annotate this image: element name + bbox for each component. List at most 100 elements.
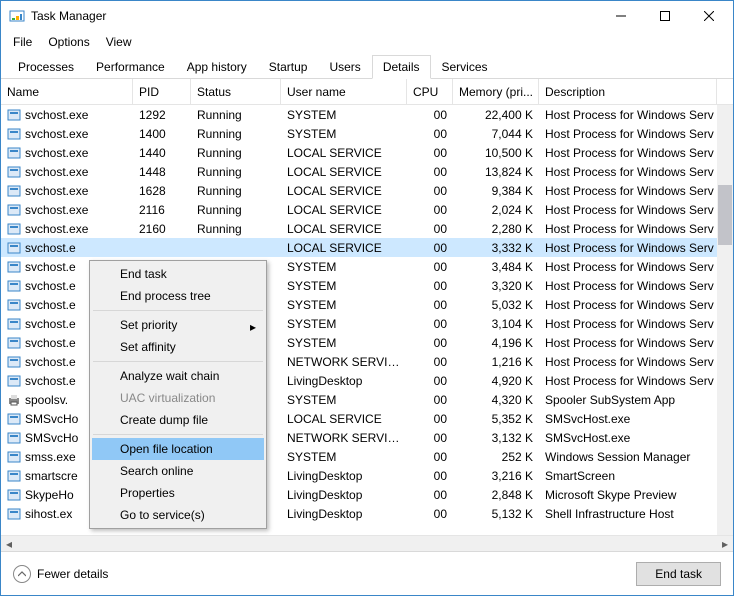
process-name: svchost.exe (25, 222, 88, 236)
minimize-button[interactable] (599, 2, 643, 30)
cell-pid: 1400 (133, 127, 191, 141)
tab-strip: Processes Performance App history Startu… (1, 53, 733, 79)
cell-desc: Host Process for Windows Serv (539, 279, 733, 293)
cell-cpu: 00 (407, 336, 453, 350)
maximize-button[interactable] (643, 2, 687, 30)
tab-users[interactable]: Users (318, 55, 371, 78)
cell-desc: Host Process for Windows Serv (539, 317, 733, 331)
cell-mem: 1,216 K (453, 355, 539, 369)
table-row[interactable]: svchost.exe1292RunningSYSTEM0022,400 KHo… (1, 105, 733, 124)
cell-status: Running (191, 165, 281, 179)
menu-item-go-to-service-s-[interactable]: Go to service(s) (92, 504, 264, 526)
process-icon (7, 146, 21, 160)
cell-mem: 3,104 K (453, 317, 539, 331)
fewer-details-toggle[interactable]: Fewer details (13, 565, 108, 583)
cell-user: SYSTEM (281, 260, 407, 274)
col-mem[interactable]: Memory (pri... (453, 79, 539, 104)
cell-desc: Spooler SubSystem App (539, 393, 733, 407)
process-name: svchost.e (25, 374, 76, 388)
menu-item-end-process-tree[interactable]: End process tree (92, 285, 264, 307)
menu-item-end-task[interactable]: End task (92, 263, 264, 285)
cell-cpu: 00 (407, 298, 453, 312)
cell-desc: SmartScreen (539, 469, 733, 483)
process-icon (7, 450, 21, 464)
cell-mem: 3,320 K (453, 279, 539, 293)
col-name[interactable]: Name (1, 79, 133, 104)
table-row[interactable]: svchost.exe1448RunningLOCAL SERVICE0013,… (1, 162, 733, 181)
table-row[interactable]: svchost.exe1400RunningSYSTEM007,044 KHos… (1, 124, 733, 143)
menu-item-create-dump-file[interactable]: Create dump file (92, 409, 264, 431)
process-icon (7, 203, 21, 217)
cell-cpu: 00 (407, 355, 453, 369)
menu-item-set-affinity[interactable]: Set affinity (92, 336, 264, 358)
menu-view[interactable]: View (98, 33, 140, 51)
tab-services[interactable]: Services (431, 55, 499, 78)
window-title: Task Manager (31, 9, 599, 23)
cell-desc: Host Process for Windows Serv (539, 165, 733, 179)
cell-user: SYSTEM (281, 279, 407, 293)
tab-processes[interactable]: Processes (7, 55, 85, 78)
process-name: svchost.e (25, 317, 76, 331)
cell-cpu: 00 (407, 412, 453, 426)
cell-desc: Host Process for Windows Serv (539, 203, 733, 217)
cell-mem: 2,024 K (453, 203, 539, 217)
table-row[interactable]: svchost.exe1628RunningLOCAL SERVICE009,3… (1, 181, 733, 200)
cell-desc: Windows Session Manager (539, 450, 733, 464)
process-icon (7, 431, 21, 445)
cell-desc: Microsoft Skype Preview (539, 488, 733, 502)
scroll-right-icon[interactable]: ▸ (717, 536, 733, 552)
menu-options[interactable]: Options (40, 33, 97, 51)
cell-user: NETWORK SERVICE (281, 431, 407, 445)
process-name: svchost.exe (25, 184, 88, 198)
vertical-scrollbar[interactable] (717, 105, 733, 535)
process-icon (7, 222, 21, 236)
menu-file[interactable]: File (5, 33, 40, 51)
tab-app-history[interactable]: App history (176, 55, 258, 78)
close-button[interactable] (687, 2, 731, 30)
col-status[interactable]: Status (191, 79, 281, 104)
col-desc[interactable]: Description (539, 79, 717, 104)
cell-user: SYSTEM (281, 298, 407, 312)
table-row[interactable]: svchost.eLOCAL SERVICE003,332 KHost Proc… (1, 238, 733, 257)
menu-item-set-priority[interactable]: Set priority▸ (92, 314, 264, 336)
col-user[interactable]: User name (281, 79, 407, 104)
cell-mem: 22,400 K (453, 108, 539, 122)
scroll-left-icon[interactable]: ◂ (1, 536, 17, 552)
chevron-up-icon (13, 565, 31, 583)
cell-pid: 1440 (133, 146, 191, 160)
table-row[interactable]: svchost.exe2116RunningLOCAL SERVICE002,0… (1, 200, 733, 219)
menu-item-open-file-location[interactable]: Open file location (92, 438, 264, 460)
menu-item-search-online[interactable]: Search online (92, 460, 264, 482)
process-icon (7, 507, 21, 521)
context-menu: End taskEnd process tree Set priority▸Set… (89, 260, 267, 529)
tab-performance[interactable]: Performance (85, 55, 176, 78)
horizontal-scrollbar[interactable]: ◂ ▸ (1, 535, 733, 551)
col-cpu[interactable]: CPU (407, 79, 453, 104)
menu-item-properties[interactable]: Properties (92, 482, 264, 504)
process-name: svchost.exe (25, 127, 88, 141)
process-icon (7, 260, 21, 274)
cell-mem: 7,044 K (453, 127, 539, 141)
cell-user: LivingDesktop (281, 507, 407, 521)
end-task-button[interactable]: End task (636, 562, 721, 586)
cell-desc: Host Process for Windows Serv (539, 146, 733, 160)
process-icon (7, 108, 21, 122)
process-icon (7, 184, 21, 198)
menu-item-analyze-wait-chain[interactable]: Analyze wait chain (92, 365, 264, 387)
table-row[interactable]: svchost.exe1440RunningLOCAL SERVICE0010,… (1, 143, 733, 162)
cell-pid: 1448 (133, 165, 191, 179)
cell-pid: 2116 (133, 203, 191, 217)
cell-cpu: 00 (407, 146, 453, 160)
cell-desc: Host Process for Windows Serv (539, 298, 733, 312)
process-icon (7, 412, 21, 426)
cell-cpu: 00 (407, 203, 453, 217)
col-pid[interactable]: PID (133, 79, 191, 104)
cell-mem: 4,196 K (453, 336, 539, 350)
cell-status: Running (191, 222, 281, 236)
cell-user: NETWORK SERVICE (281, 355, 407, 369)
cell-user: LOCAL SERVICE (281, 146, 407, 160)
scrollbar-thumb[interactable] (718, 185, 732, 245)
tab-details[interactable]: Details (372, 55, 431, 79)
tab-startup[interactable]: Startup (258, 55, 319, 78)
table-row[interactable]: svchost.exe2160RunningLOCAL SERVICE002,2… (1, 219, 733, 238)
